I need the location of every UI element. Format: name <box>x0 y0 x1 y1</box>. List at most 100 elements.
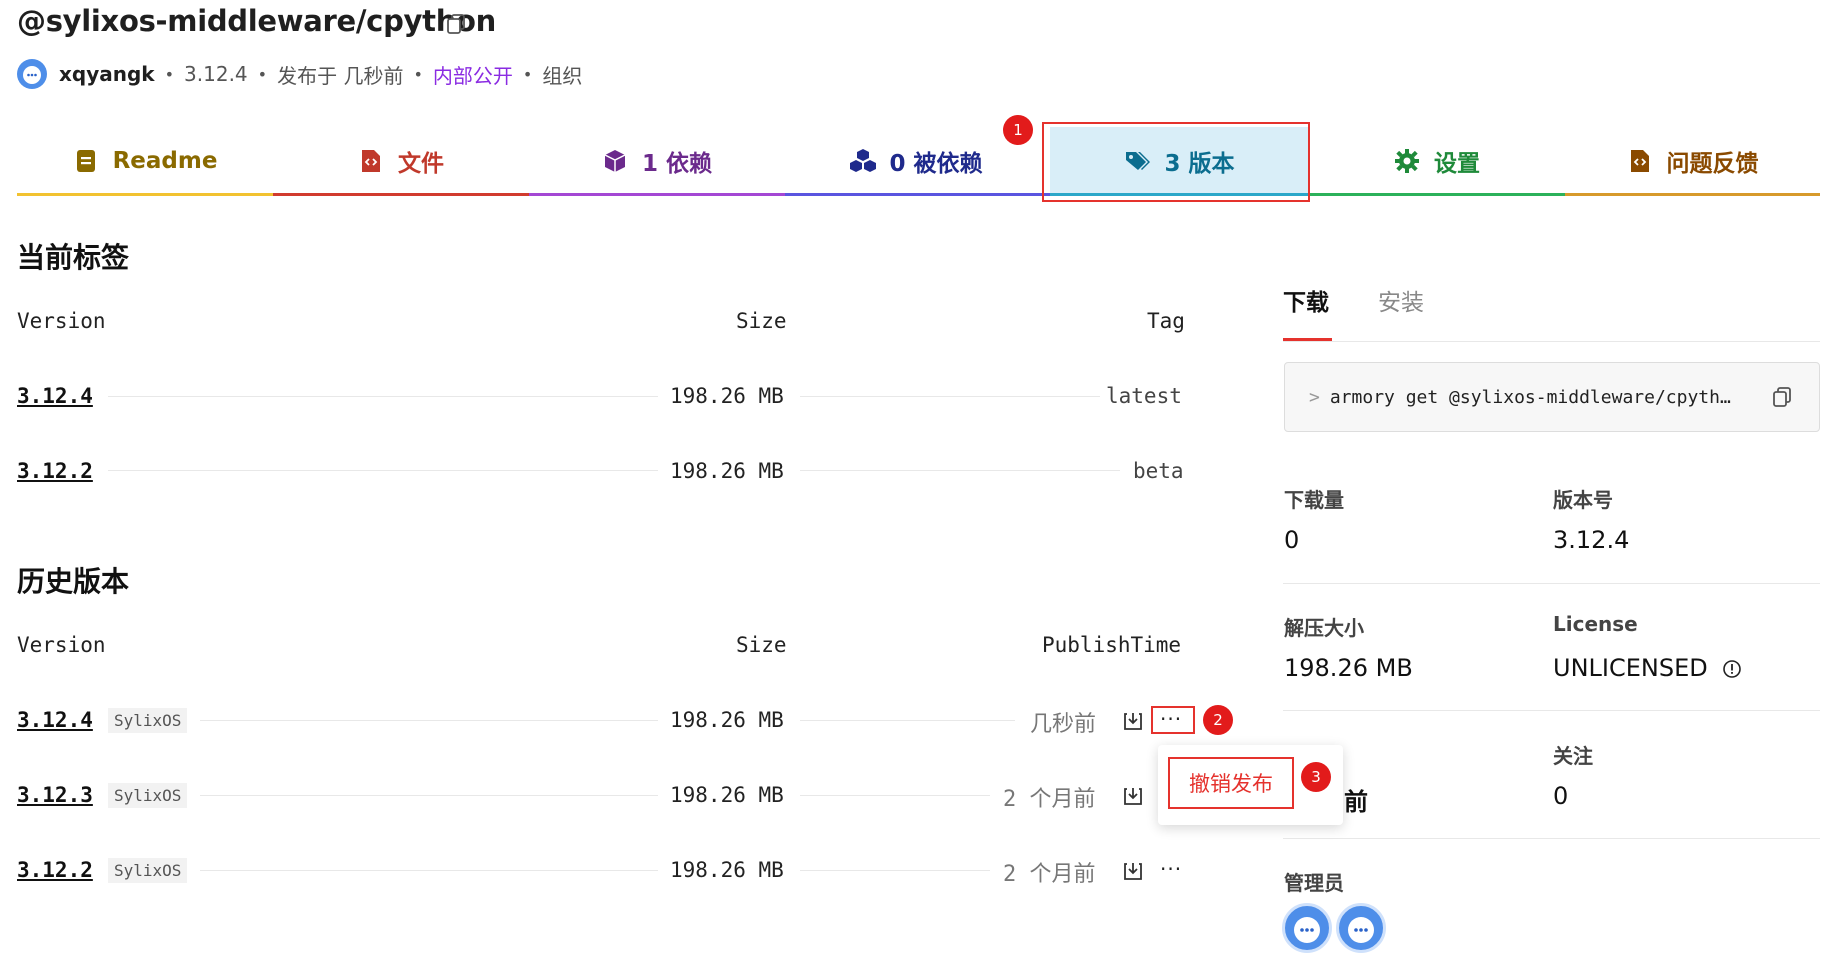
publish-time: 发布于 几秒前 <box>277 63 404 88</box>
current-tags-title: 当前标签 <box>17 241 130 274</box>
downloads-label: 下载量 <box>1284 488 1344 512</box>
history-row-version[interactable]: 3.12.3 <box>17 783 93 807</box>
unpacked-size-value: 198.26 MB <box>1284 654 1413 682</box>
visibility-badge: 内部公开 <box>432 63 513 88</box>
history-row-time: 几秒前 <box>1030 712 1097 737</box>
tab-dependencies[interactable]: 1 依赖 <box>529 124 785 198</box>
tab-underline-dependents <box>785 193 1050 196</box>
history-title: 历史版本 <box>17 565 130 598</box>
prompt-symbol: > <box>1309 386 1320 408</box>
row-leader <box>800 795 990 796</box>
tab-label: 问题反馈 <box>1666 151 1759 177</box>
annotation-badge-2: 2 <box>1203 705 1233 735</box>
tab-issues[interactable]: 问题反馈 <box>1565 124 1820 198</box>
tag-row-tag: latest <box>1106 384 1182 408</box>
download-icon[interactable] <box>1122 785 1144 807</box>
tag-row-size: 198.26 MB <box>670 384 784 408</box>
more-options-button[interactable]: ··· <box>1160 857 1182 881</box>
tab-files[interactable]: 文件 <box>273 124 529 198</box>
tab-download[interactable]: 下载 <box>1283 283 1329 317</box>
info-divider <box>1283 710 1820 711</box>
sidebar-tab-divider <box>1283 341 1820 342</box>
annotation-badge-3: 3 <box>1301 762 1331 792</box>
history-row-size: 198.26 MB <box>670 783 784 807</box>
package-title: @sylixos-middleware/cpython <box>17 4 497 38</box>
admin-avatar[interactable] <box>1282 903 1332 953</box>
col-size: Size <box>736 309 787 333</box>
tab-label: 1 依赖 <box>641 151 712 177</box>
col-version: Version <box>17 633 106 657</box>
unpublish-menu-item[interactable]: 撤销发布 <box>1168 757 1294 809</box>
command-box[interactable]: > armory get @sylixos-middleware/cpyth… <box>1284 362 1820 432</box>
downloads-value: 0 <box>1284 526 1300 554</box>
admins-label: 管理员 <box>1284 871 1344 895</box>
row-leader <box>800 870 990 871</box>
version-label: 版本号 <box>1553 488 1613 512</box>
history-row-time: 2 个月前 <box>1003 862 1096 887</box>
tab-underline-dependencies <box>529 193 785 196</box>
annotation-box-versions-tab <box>1042 122 1310 202</box>
history-row-version[interactable]: 3.12.4 <box>17 708 93 732</box>
owner-type: 组织 <box>542 63 583 88</box>
cube-icon <box>602 148 628 174</box>
tab-label: 文件 <box>398 151 444 177</box>
tab-readme[interactable]: Readme <box>17 124 273 198</box>
version-value: 3.12.4 <box>1553 526 1630 554</box>
package-meta: xqyangk • 3.12.4 • 发布于 几秒前 • 内部公开 • 组织 <box>17 58 582 90</box>
row-leader <box>200 720 658 721</box>
col-version: Version <box>17 309 106 333</box>
unpacked-size-label: 解压大小 <box>1284 616 1364 640</box>
row-leader <box>800 720 1015 721</box>
package-version: 3.12.4 <box>184 62 248 86</box>
tab-label: Readme <box>112 148 218 174</box>
tag-row-tag: beta <box>1133 459 1184 483</box>
cubes-icon <box>849 148 877 174</box>
row-leader <box>200 795 658 796</box>
tag-row-version[interactable]: 3.12.2 <box>17 459 93 483</box>
col-tag: Tag <box>1147 309 1185 333</box>
admin-avatar[interactable] <box>1336 903 1386 953</box>
copy-icon[interactable] <box>1772 386 1794 408</box>
info-divider <box>1283 838 1820 839</box>
tab-underline-issues <box>1565 193 1820 196</box>
info-divider <box>1283 583 1820 584</box>
tab-install[interactable]: 安装 <box>1378 283 1424 317</box>
history-row-version[interactable]: 3.12.2 <box>17 858 93 882</box>
command-text: armory get @sylixos-middleware/cpyth… <box>1329 386 1731 408</box>
row-leader <box>800 470 1120 471</box>
copy-icon[interactable] <box>446 13 468 35</box>
gear-icon <box>1394 148 1420 174</box>
license-label: License <box>1553 612 1638 636</box>
author-avatar[interactable] <box>17 59 47 89</box>
more-options-button[interactable]: ··· <box>1160 707 1182 731</box>
download-icon[interactable] <box>1122 860 1144 882</box>
os-tag: SylixOS <box>108 708 188 733</box>
row-leader <box>108 396 658 397</box>
tab-label: 0 被依赖 <box>889 151 983 177</box>
col-size: Size <box>736 633 787 657</box>
os-tag: SylixOS <box>108 858 188 883</box>
info-icon[interactable] <box>1722 659 1742 679</box>
license-value: UNLICENSED <box>1553 654 1708 682</box>
file-code-icon <box>358 148 384 174</box>
history-row-size: 198.26 MB <box>670 708 784 732</box>
readme-icon <box>73 148 99 174</box>
os-tag: SylixOS <box>108 783 188 808</box>
file-code-icon <box>1627 148 1653 174</box>
tag-row-version[interactable]: 3.12.4 <box>17 384 93 408</box>
history-row-size: 198.26 MB <box>670 858 784 882</box>
col-publish-time: PublishTime <box>1042 633 1182 657</box>
history-row-time: 2 个月前 <box>1003 787 1096 812</box>
annotation-badge-1: 1 <box>1003 115 1033 145</box>
download-icon[interactable] <box>1122 710 1144 732</box>
author-name[interactable]: xqyangk <box>59 62 155 86</box>
tab-settings[interactable]: 设置 <box>1309 124 1565 198</box>
tab-underline-readme <box>17 193 273 196</box>
tab-underline-settings <box>1309 193 1565 196</box>
sidebar-tab-underline <box>1283 338 1332 341</box>
row-leader <box>108 470 658 471</box>
row-leader <box>800 396 1100 397</box>
follow-label: 关注 <box>1553 744 1593 768</box>
tab-label: 设置 <box>1434 151 1480 177</box>
row-leader <box>200 870 658 871</box>
